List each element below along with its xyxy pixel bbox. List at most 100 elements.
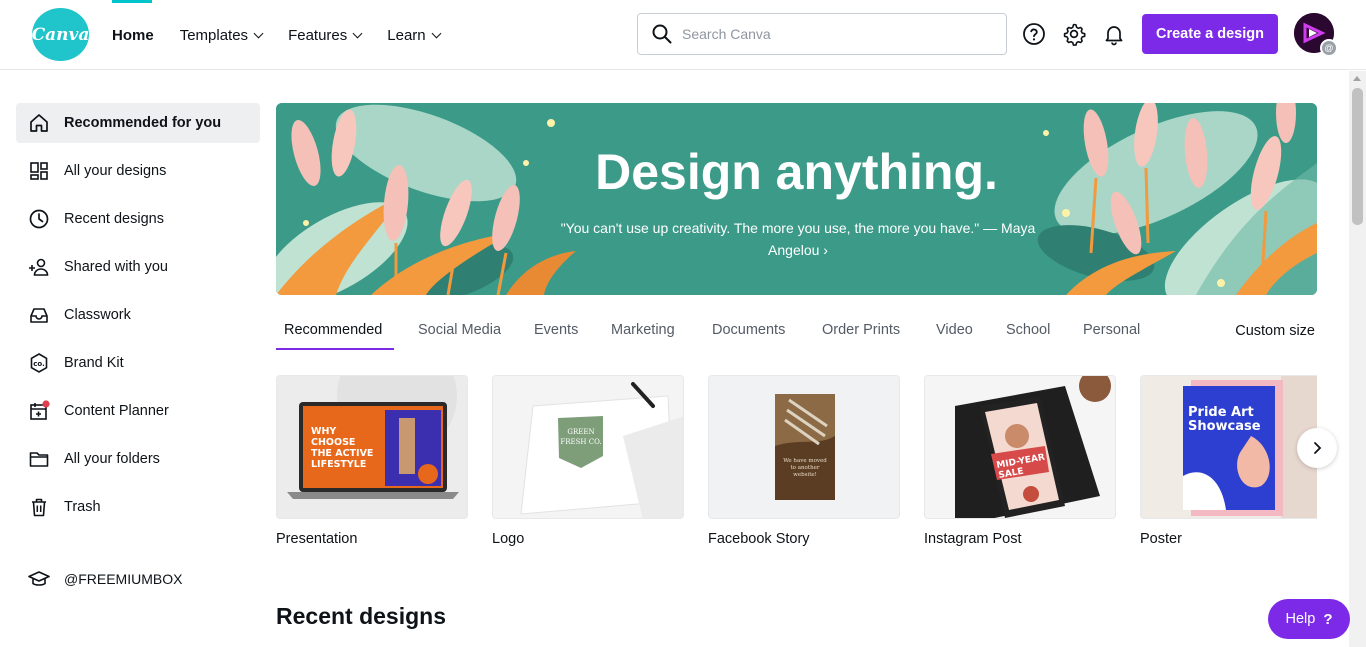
main-nav: Home Templates Features Learn: [112, 0, 466, 70]
chevron-right-icon: [1314, 442, 1322, 454]
facebook-story-thumbnail-image: We have moved to another website!: [709, 376, 899, 518]
nav-home[interactable]: Home: [112, 27, 154, 44]
card-thumbnail: MID-YEAR SALE: [924, 375, 1116, 519]
nav-features-label: Features: [288, 26, 348, 44]
card-label: Instagram Post: [924, 531, 1022, 547]
search-icon: [652, 24, 672, 44]
card-thumbnail: WHY CHOOSE THE ACTIVE LIFESTYLE: [276, 375, 468, 519]
graduation-cap-icon: [28, 571, 50, 586]
hero-quote-link[interactable]: "You can't use up creativity. The more y…: [538, 217, 1058, 261]
card-label: Presentation: [276, 531, 358, 547]
tab-social-media[interactable]: Social Media: [418, 312, 501, 352]
carousel-next-button[interactable]: [1297, 428, 1337, 468]
sidebar-item-all-designs[interactable]: All your designs: [16, 151, 260, 191]
tab-events[interactable]: Events: [534, 312, 578, 352]
design-type-tabs: Recommended Social Media Events Marketin…: [276, 312, 1317, 352]
bell-icon[interactable]: [1102, 22, 1126, 46]
tab-marketing[interactable]: Marketing: [611, 312, 675, 352]
help-label: Help: [1285, 611, 1316, 627]
card-label: Poster: [1140, 531, 1182, 547]
card-poster[interactable]: Pride Art Showcase Poster: [1140, 375, 1317, 547]
hero-title: Design anything.: [595, 144, 998, 200]
custom-size-button[interactable]: Custom size: [1235, 312, 1315, 350]
svg-text:GREEN: GREEN: [567, 428, 594, 436]
card-label: Facebook Story: [708, 531, 810, 547]
recommended-cards: WHY CHOOSE THE ACTIVE LIFESTYLE Presenta…: [276, 375, 1317, 555]
grid-icon: [30, 162, 48, 180]
sidebar-item-content-planner[interactable]: Content Planner: [16, 391, 260, 431]
svg-text:THE ACTIVE: THE ACTIVE: [311, 448, 373, 459]
chevron-down-icon: [253, 28, 264, 38]
nav-templates[interactable]: Templates: [180, 27, 264, 44]
nav-learn-label: Learn: [387, 26, 426, 44]
svg-text:to another: to another: [790, 465, 819, 471]
card-thumbnail: We have moved to another website!: [708, 375, 900, 519]
canva-logo[interactable]: Canva: [32, 8, 89, 61]
svg-text:LIFESTYLE: LIFESTYLE: [311, 459, 366, 470]
card-presentation[interactable]: WHY CHOOSE THE ACTIVE LIFESTYLE Presenta…: [276, 375, 468, 547]
help-circle-icon[interactable]: [1022, 22, 1046, 46]
tab-personal[interactable]: Personal: [1083, 312, 1140, 352]
gear-icon[interactable]: [1062, 22, 1086, 46]
tab-school[interactable]: School: [1006, 312, 1050, 352]
svg-text:WHY: WHY: [311, 426, 336, 437]
card-thumbnail: Pride Art Showcase: [1140, 375, 1317, 519]
sidebar-item-recent[interactable]: Recent designs: [16, 199, 260, 239]
nav-home-label: Home: [112, 26, 154, 44]
sidebar-item-label: All your designs: [64, 163, 167, 179]
sidebar-item-label: Shared with you: [64, 259, 168, 275]
svg-text:CHOOSE: CHOOSE: [311, 437, 355, 448]
people-icon: [29, 258, 49, 276]
svg-text:Pride Art: Pride Art: [1188, 405, 1254, 420]
instagram-post-thumbnail-image: MID-YEAR SALE: [925, 376, 1115, 518]
sidebar: Recommended for you All your designs Rec…: [16, 103, 260, 535]
card-logo[interactable]: GREEN FRESH CO. Logo: [492, 375, 684, 547]
team-label: @FREEMIUMBOX: [64, 571, 183, 587]
sidebar-item-folders[interactable]: All your folders: [16, 439, 260, 479]
presentation-thumbnail-image: WHY CHOOSE THE ACTIVE LIFESTYLE: [277, 376, 467, 518]
sidebar-item-classwork[interactable]: Classwork: [16, 295, 260, 335]
sidebar-item-trash[interactable]: Trash: [16, 487, 260, 527]
help-button[interactable]: Help ?: [1268, 599, 1350, 639]
account-badge: @: [1320, 39, 1338, 57]
nav-learn[interactable]: Learn: [387, 26, 442, 44]
hero-banner: Design anything. "You can't use up creat…: [276, 103, 1317, 295]
card-label: Logo: [492, 531, 525, 547]
top-header: Canva Home Templates Features Learn Sear…: [0, 0, 1366, 70]
sidebar-item-recommended[interactable]: Recommended for you: [16, 103, 260, 143]
create-design-button[interactable]: Create a design: [1142, 14, 1278, 54]
page-scrollbar[interactable]: [1349, 71, 1366, 647]
avatar[interactable]: @: [1294, 13, 1338, 57]
scroll-up-arrow-icon[interactable]: [1353, 76, 1361, 81]
recent-designs-heading: Recent designs: [276, 603, 446, 629]
canva-home-page: Canva Home Templates Features Learn Sear…: [0, 0, 1366, 647]
search-box: [637, 13, 1007, 55]
team-account[interactable]: @FREEMIUMBOX: [16, 559, 260, 599]
question-mark-icon: ?: [1323, 610, 1333, 628]
active-tab-underline: [276, 348, 394, 350]
svg-text:Showcase: Showcase: [1188, 419, 1261, 434]
sidebar-item-brand-kit[interactable]: co. Brand Kit: [16, 343, 260, 383]
trash-icon: [32, 498, 46, 517]
tab-documents[interactable]: Documents: [712, 312, 785, 352]
chevron-down-icon: [352, 28, 363, 38]
scrollbar-thumb[interactable]: [1352, 88, 1363, 225]
card-facebook-story[interactable]: We have moved to another website! Facebo…: [708, 375, 900, 547]
poster-thumbnail-image: Pride Art Showcase: [1141, 376, 1317, 518]
folder-icon: [29, 452, 49, 467]
tab-video[interactable]: Video: [936, 312, 973, 352]
sidebar-item-shared[interactable]: Shared with you: [16, 247, 260, 287]
svg-text:We have moved: We have moved: [783, 458, 827, 464]
tab-recommended[interactable]: Recommended: [284, 312, 382, 352]
tab-order-prints[interactable]: Order Prints: [822, 312, 900, 352]
inbox-icon: [30, 308, 48, 323]
card-thumbnail: GREEN FRESH CO.: [492, 375, 684, 519]
nav-features[interactable]: Features: [288, 26, 363, 44]
sidebar-item-label: Content Planner: [64, 403, 169, 419]
calendar-icon: [30, 400, 50, 420]
sidebar-item-label: Recent designs: [64, 211, 164, 227]
card-instagram-post[interactable]: MID-YEAR SALE Instagram Post: [924, 375, 1116, 547]
svg-text:website!: website!: [793, 472, 817, 478]
sidebar-item-label: Recommended for you: [64, 115, 222, 131]
search-input[interactable]: [682, 26, 982, 42]
